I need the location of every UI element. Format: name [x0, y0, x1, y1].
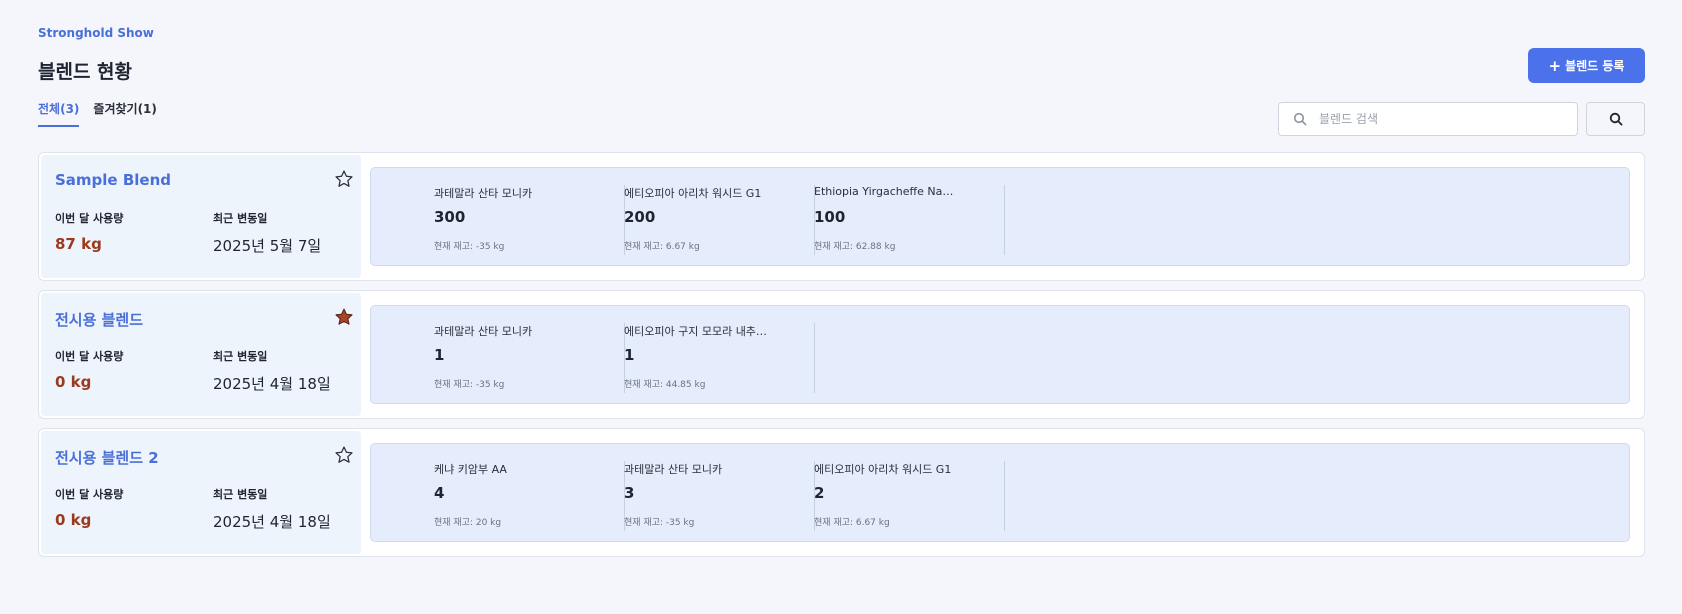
last-changed-value: 2025년 4월 18일	[213, 375, 331, 393]
bean-name: 에티오피아 아리차 워시드 G1	[814, 463, 952, 476]
last-changed-label: 최근 변동일	[213, 212, 268, 225]
bean-item: 과테말라 산타 모니카 1 현재 재고: -35 kg	[434, 323, 625, 393]
star-outline-icon[interactable]	[334, 445, 354, 465]
bean-quantity: 3	[624, 484, 635, 502]
bean-name: Ethiopia Yirgacheffe Na…	[814, 185, 954, 198]
tab-favorites[interactable]: 즐겨찾기(1)	[93, 100, 156, 127]
blend-name[interactable]: 전시용 블렌드	[55, 309, 143, 330]
bean-name: 케냐 키암부 AA	[434, 463, 507, 476]
bean-quantity: 1	[434, 346, 445, 364]
bean-quantity: 100	[814, 208, 846, 226]
usage-label: 이번 달 사용량	[55, 488, 124, 501]
tab-bar: 전체(3) 즐겨찾기(1)	[38, 100, 157, 127]
blend-summary: 전시용 블렌드 이번 달 사용량 최근 변동일 0 kg 2025년 4월 18…	[41, 293, 361, 416]
bean-name: 에티오피아 구지 모모라 내추…	[624, 325, 767, 338]
blend-name[interactable]: Sample Blend	[55, 171, 171, 189]
bean-item: Ethiopia Yirgacheffe Na… 100 현재 재고: 62.8…	[814, 185, 1005, 255]
bean-quantity: 300	[434, 208, 466, 226]
blend-card[interactable]: Sample Blend 이번 달 사용량 최근 변동일 87 kg 2025년…	[38, 152, 1645, 281]
search-button[interactable]	[1586, 102, 1645, 136]
bean-item: 과테말라 산타 모니카 300 현재 재고: -35 kg	[434, 185, 625, 255]
blend-card[interactable]: 전시용 블렌드 2 이번 달 사용량 최근 변동일 0 kg 2025년 4월 …	[38, 428, 1645, 557]
bean-stock: 현재 재고: 62.88 kg	[814, 242, 896, 252]
bean-item: 과테말라 산타 모니카 3 현재 재고: -35 kg	[624, 461, 815, 531]
bean-name: 과테말라 산타 모니카	[624, 463, 723, 476]
bean-panel: 과테말라 산타 모니카 1 현재 재고: -35 kg 에티오피아 구지 모모라…	[370, 305, 1630, 404]
last-changed-value: 2025년 5월 7일	[213, 237, 322, 255]
bean-stock: 현재 재고: 44.85 kg	[624, 380, 706, 390]
blend-summary: Sample Blend 이번 달 사용량 최근 변동일 87 kg 2025년…	[41, 155, 361, 278]
blend-list: Sample Blend 이번 달 사용량 최근 변동일 87 kg 2025년…	[38, 152, 1645, 566]
bean-item: 에티오피아 구지 모모라 내추… 1 현재 재고: 44.85 kg	[624, 323, 815, 393]
last-changed-value: 2025년 4월 18일	[213, 513, 331, 531]
search-field[interactable]	[1278, 102, 1578, 136]
tab-all[interactable]: 전체(3)	[38, 100, 80, 127]
bean-name: 과테말라 산타 모니카	[434, 325, 533, 338]
add-blend-label: 블렌드 등록	[1565, 59, 1625, 73]
bean-name: 과테말라 산타 모니카	[434, 187, 533, 200]
bean-name: 에티오피아 아리차 워시드 G1	[624, 187, 762, 200]
search-icon	[1609, 112, 1623, 126]
last-changed-label: 최근 변동일	[213, 350, 268, 363]
usage-label: 이번 달 사용량	[55, 350, 124, 363]
plus-icon: +	[1548, 56, 1562, 75]
page-title: 블렌드 현황	[38, 61, 133, 83]
bean-stock: 현재 재고: -35 kg	[434, 242, 505, 252]
bean-stock: 현재 재고: -35 kg	[434, 380, 505, 390]
bean-item: 케냐 키암부 AA 4 현재 재고: 20 kg	[434, 461, 625, 531]
bean-quantity: 4	[434, 484, 445, 502]
usage-value: 0 kg	[55, 373, 92, 391]
blend-card[interactable]: 전시용 블렌드 이번 달 사용량 최근 변동일 0 kg 2025년 4월 18…	[38, 290, 1645, 419]
search-input[interactable]	[1317, 111, 1561, 127]
bean-panel: 케냐 키암부 AA 4 현재 재고: 20 kg 과테말라 산타 모니카 3 현…	[370, 443, 1630, 542]
search-icon	[1293, 112, 1307, 126]
star-filled-icon[interactable]	[334, 307, 354, 327]
usage-value: 87 kg	[55, 235, 102, 253]
blend-summary: 전시용 블렌드 2 이번 달 사용량 최근 변동일 0 kg 2025년 4월 …	[41, 431, 361, 554]
brand-label: Stronghold Show	[38, 26, 154, 40]
add-blend-button[interactable]: + 블렌드 등록	[1528, 48, 1645, 83]
bean-stock: 현재 재고: 6.67 kg	[814, 518, 890, 528]
bean-stock: 현재 재고: 20 kg	[434, 518, 502, 528]
bean-quantity: 200	[624, 208, 656, 226]
blend-name[interactable]: 전시용 블렌드 2	[55, 447, 159, 468]
last-changed-label: 최근 변동일	[213, 488, 268, 501]
bean-item: 에티오피아 아리차 워시드 G1 2 현재 재고: 6.67 kg	[814, 461, 1005, 531]
bean-quantity: 2	[814, 484, 825, 502]
bean-stock: 현재 재고: -35 kg	[624, 518, 695, 528]
bean-item: 에티오피아 아리차 워시드 G1 200 현재 재고: 6.67 kg	[624, 185, 815, 255]
star-outline-icon[interactable]	[334, 169, 354, 189]
usage-value: 0 kg	[55, 511, 92, 529]
bean-quantity: 1	[624, 346, 635, 364]
bean-panel: 과테말라 산타 모니카 300 현재 재고: -35 kg 에티오피아 아리차 …	[370, 167, 1630, 266]
bean-stock: 현재 재고: 6.67 kg	[624, 242, 700, 252]
usage-label: 이번 달 사용량	[55, 212, 124, 225]
